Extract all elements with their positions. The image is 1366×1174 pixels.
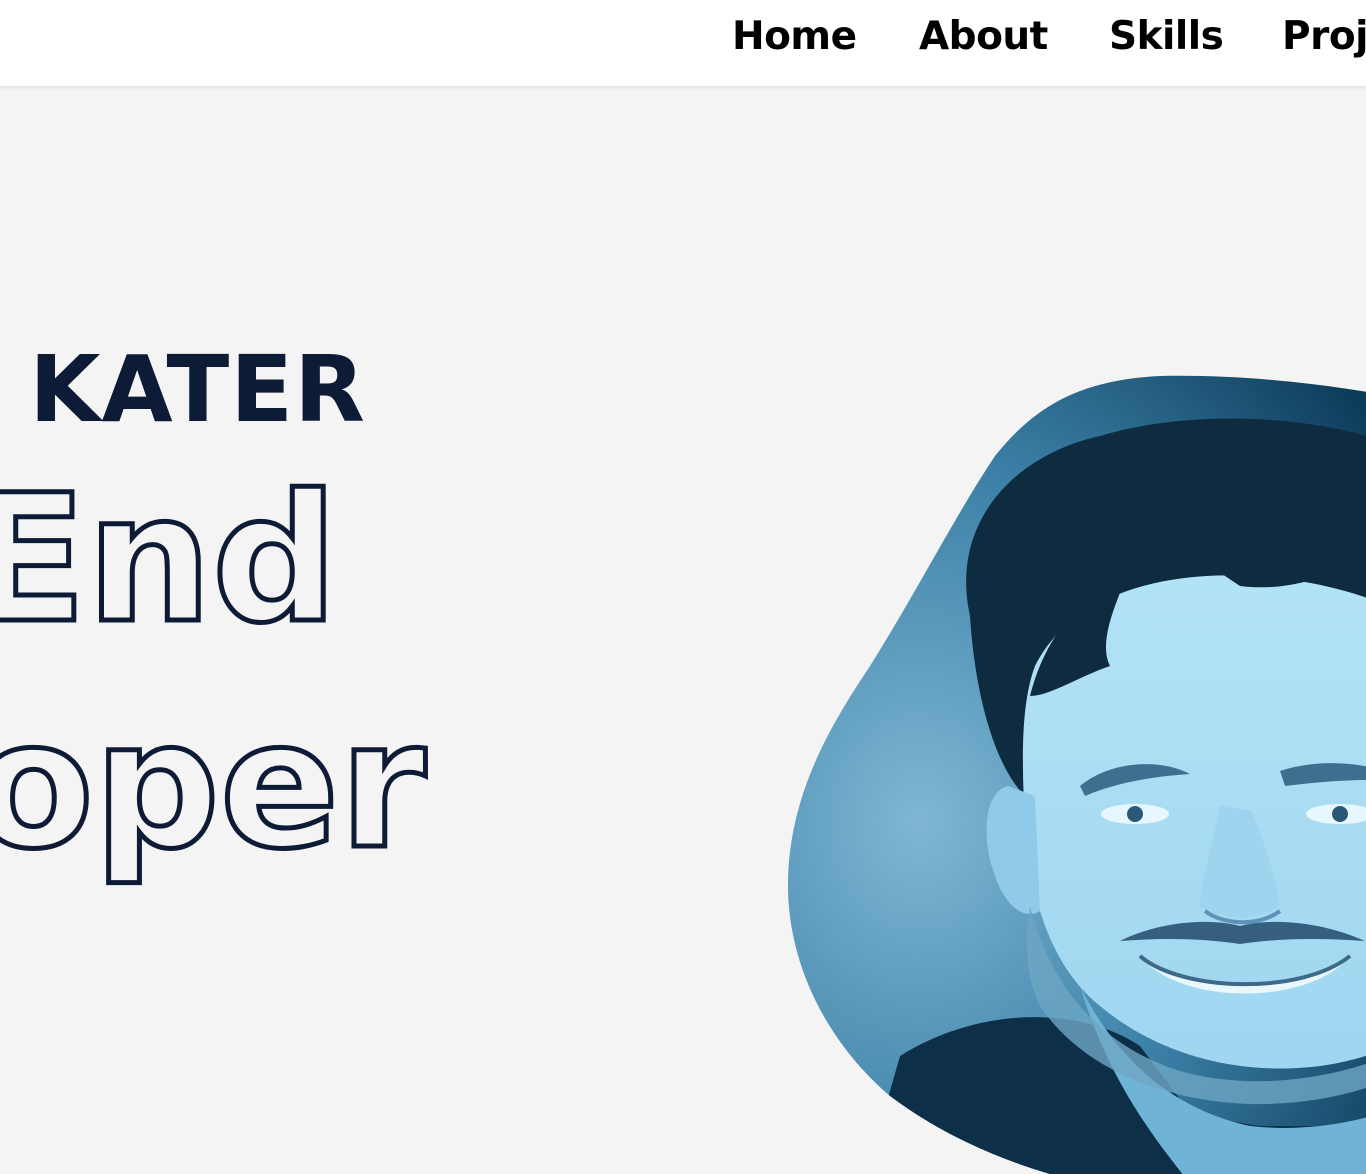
hero-role-line-1: End <box>0 457 340 662</box>
top-navbar: Home About Skills Proje <box>0 0 1366 86</box>
hero-section: Y KATER End oper <box>0 86 1366 1174</box>
profile-photo <box>780 366 1366 1174</box>
profile-photo-blob <box>788 375 1366 1174</box>
nav-link-projects[interactable]: Proje <box>1282 14 1366 60</box>
hero-role-line-2: oper <box>0 683 429 888</box>
nav-link-home[interactable]: Home <box>732 14 857 60</box>
nav-link-about[interactable]: About <box>919 14 1048 60</box>
nav-link-skills[interactable]: Skills <box>1109 14 1224 60</box>
hero-name: Y KATER <box>0 336 366 443</box>
